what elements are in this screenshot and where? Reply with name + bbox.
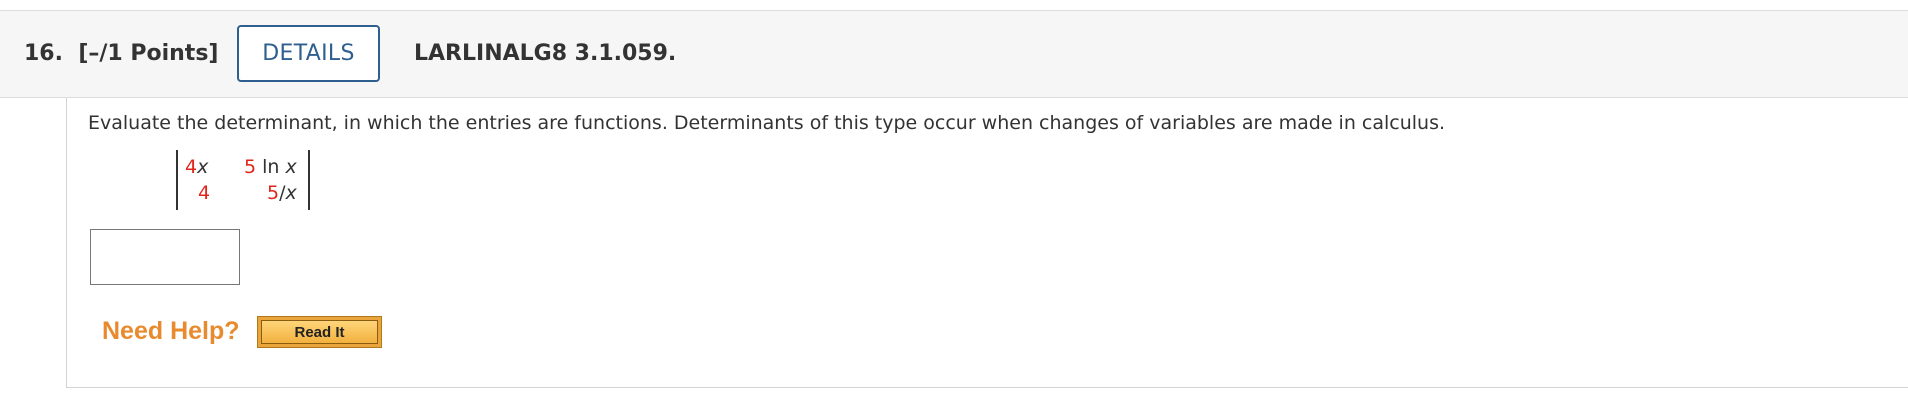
details-button[interactable]: DETAILS	[237, 25, 380, 82]
points-label: [–/1 Points]	[78, 41, 219, 66]
matrix-var: x	[285, 182, 297, 204]
matrix-var: x	[285, 156, 297, 178]
matrix-cell-r1c1: 4x	[185, 156, 208, 178]
answer-input[interactable]	[90, 229, 240, 285]
matrix-coef: 5	[267, 182, 280, 204]
question-prompt: Evaluate the determinant, in which the e…	[88, 112, 1446, 134]
matrix-var: x	[197, 156, 209, 178]
matrix-coef: 5	[244, 156, 257, 178]
need-help-label: Need Help?	[102, 317, 240, 345]
read-it-label: Read It	[261, 320, 378, 344]
matrix-fn: ln	[262, 156, 280, 178]
question-number-points: 16. [–/1 Points]	[24, 41, 218, 66]
read-it-button[interactable]: Read It	[257, 316, 382, 348]
question-number: 16.	[24, 41, 63, 66]
question-header: 16. [–/1 Points] DETAILS LARLINALG8 3.1.…	[0, 10, 1908, 98]
matrix-coef: 4	[198, 182, 211, 204]
question-code: LARLINALG8 3.1.059.	[414, 41, 677, 66]
matrix-cell-r2c1: 4	[198, 182, 210, 204]
matrix-cell-r2c2: 5/x	[267, 182, 297, 204]
matrix-cell-r1c2: 5 ln x	[244, 156, 297, 178]
determinant-matrix: 4x 5 ln x 4 5/x	[176, 150, 310, 210]
matrix-coef: 4	[185, 156, 198, 178]
